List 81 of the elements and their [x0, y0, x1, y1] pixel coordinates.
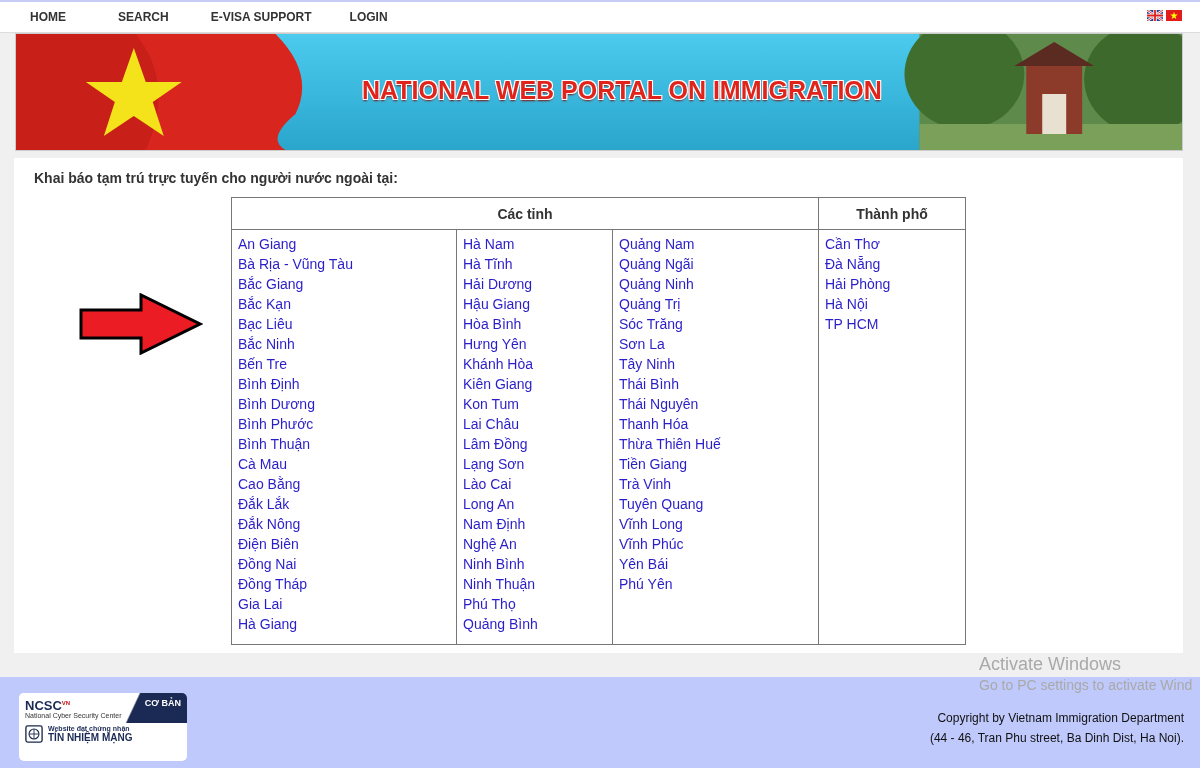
- column-header: Thành phố: [818, 197, 966, 230]
- province-link[interactable]: Quảng Ngãi: [619, 254, 694, 274]
- province-link[interactable]: Bắc Ninh: [238, 334, 295, 354]
- province-link[interactable]: Tiền Giang: [619, 454, 687, 474]
- province-link[interactable]: Kiên Giang: [463, 374, 533, 394]
- province-link[interactable]: Trà Vinh: [619, 474, 672, 494]
- province-link[interactable]: Cần Thơ: [825, 234, 880, 254]
- province-link[interactable]: Vĩnh Phúc: [619, 534, 684, 554]
- nav-link[interactable]: E-VISA SUPPORT: [210, 10, 312, 24]
- province-link[interactable]: Hải Dương: [463, 274, 533, 294]
- province-link[interactable]: Yên Bái: [619, 554, 669, 574]
- province-link[interactable]: Bắc Kạn: [238, 294, 291, 314]
- province-link[interactable]: Lạng Sơn: [463, 454, 525, 474]
- nav-link[interactable]: HOME: [30, 10, 66, 24]
- province-link[interactable]: Bình Thuận: [238, 434, 311, 454]
- nav-link[interactable]: SEARCH: [118, 10, 169, 24]
- column-header: Các tỉnh: [231, 197, 819, 230]
- province-link[interactable]: Bình Định: [238, 374, 300, 394]
- province-link[interactable]: Điện Biên: [238, 534, 299, 554]
- province-link[interactable]: Hà Nội: [825, 294, 868, 314]
- copyright-text: Copyright by Vietnam Immigration Department: [937, 709, 1184, 727]
- province-link[interactable]: Đồng Tháp: [238, 574, 307, 594]
- badge-level: CƠ BẢN: [144, 696, 182, 710]
- province-link[interactable]: Sóc Trăng: [619, 314, 683, 334]
- province-link[interactable]: Lâm Đồng: [463, 434, 528, 454]
- activation-title: Activate Windows: [979, 653, 1123, 675]
- nav-link[interactable]: LOGIN: [349, 10, 388, 24]
- province-link[interactable]: Hà Nam: [463, 234, 515, 254]
- province-link[interactable]: TP HCM: [825, 314, 879, 334]
- page-heading: Khai báo tạm trú trực tuyến cho người nước ngoài tại:: [34, 170, 399, 186]
- copyright-text: (44 - 46, Tran Phu street, Ba Dinh Dist, Ha Noi).: [929, 729, 1184, 747]
- banner-title: NATIONAL WEB PORTAL ON IMMIGRATION: [362, 76, 882, 105]
- province-link[interactable]: Thanh Hóa: [619, 414, 689, 434]
- province-link[interactable]: Gia Lai: [238, 594, 283, 614]
- province-link[interactable]: Nghệ An: [463, 534, 517, 554]
- province-link[interactable]: An Giang: [238, 234, 297, 254]
- province-link[interactable]: Phú Yên: [619, 574, 673, 594]
- province-link[interactable]: Kon Tum: [463, 394, 520, 414]
- province-link[interactable]: Khánh Hòa: [463, 354, 534, 374]
- globe-icon: [25, 724, 43, 743]
- province-link[interactable]: Thái Bình: [619, 374, 679, 394]
- province-link[interactable]: Lai Châu: [463, 414, 520, 434]
- province-link[interactable]: Long An: [463, 494, 515, 514]
- province-link[interactable]: Tây Ninh: [619, 354, 676, 374]
- province-link[interactable]: Đắk Nông: [238, 514, 301, 534]
- province-link[interactable]: Hà Tĩnh: [463, 254, 513, 274]
- province-link[interactable]: Hậu Giang: [463, 294, 530, 314]
- vietnam-flag-icon[interactable]: [1166, 9, 1182, 21]
- province-link[interactable]: Phú Thọ: [463, 594, 516, 614]
- province-link[interactable]: Đồng Nai: [238, 554, 297, 574]
- province-link[interactable]: Sơn La: [619, 334, 665, 354]
- province-link[interactable]: Đà Nẵng: [825, 254, 881, 274]
- province-link[interactable]: Thái Nguyên: [619, 394, 699, 414]
- province-link[interactable]: Ninh Thuận: [463, 574, 536, 594]
- province-link[interactable]: Hà Giang: [238, 614, 298, 634]
- province-link[interactable]: Hải Phòng: [825, 274, 891, 294]
- right-arrow-icon: [79, 293, 203, 355]
- province-link[interactable]: Quảng Ninh: [619, 274, 694, 294]
- badge-brand: NCSC$^{VN}$: [25, 696, 72, 712]
- province-link[interactable]: Bến Tre: [238, 354, 288, 374]
- province-link[interactable]: Cao Bằng: [238, 474, 301, 494]
- province-link[interactable]: Cà Mau: [238, 454, 288, 474]
- province-link[interactable]: Bà Rịa - Vũng Tàu: [238, 254, 353, 274]
- province-link[interactable]: Thừa Thiên Huế: [619, 434, 721, 454]
- province-link[interactable]: Tuyên Quang: [619, 494, 704, 514]
- province-link[interactable]: Hưng Yên: [463, 334, 527, 354]
- province-link[interactable]: Đắk Lắk: [238, 494, 290, 514]
- province-link[interactable]: Vĩnh Long: [619, 514, 683, 534]
- province-link[interactable]: Ninh Bình: [463, 554, 525, 574]
- province-link[interactable]: Bắc Giang: [238, 274, 304, 294]
- activation-message: Go to PC settings to activate Wind: [979, 676, 1193, 695]
- province-link[interactable]: Quảng Nam: [619, 234, 695, 254]
- province-link[interactable]: Bạc Liêu: [238, 314, 293, 334]
- province-link[interactable]: Bình Dương: [238, 394, 315, 414]
- province-link[interactable]: Lào Cai: [463, 474, 512, 494]
- province-link[interactable]: Hòa Bình: [463, 314, 522, 334]
- province-link[interactable]: Quảng Bình: [463, 614, 538, 634]
- province-link[interactable]: Bình Phước: [238, 414, 314, 434]
- uk-flag-icon[interactable]: [1147, 9, 1163, 21]
- province-link[interactable]: Nam Định: [463, 514, 526, 534]
- province-link[interactable]: Quảng Trị: [619, 294, 681, 314]
